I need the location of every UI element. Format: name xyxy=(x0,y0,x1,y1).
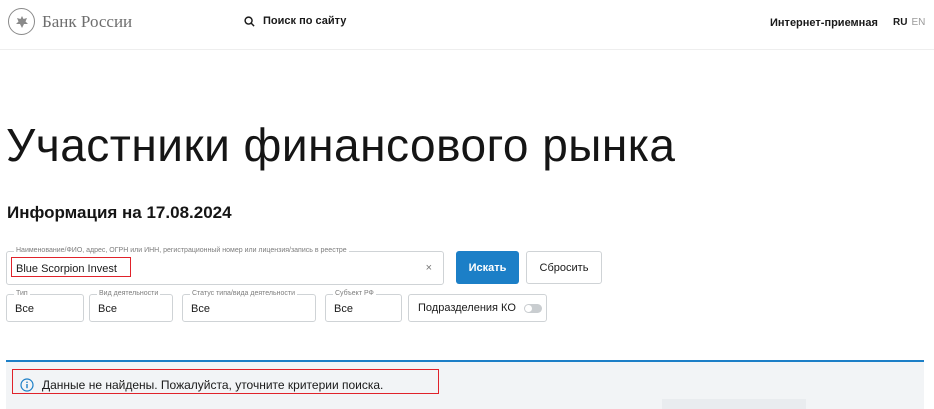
site-search-link[interactable]: Поиск по сайту xyxy=(244,15,346,27)
reset-button[interactable]: Сбросить xyxy=(526,251,602,284)
search-button[interactable]: Искать xyxy=(456,251,519,284)
type-select-value: Все xyxy=(15,303,34,315)
status-select-legend: Статус типа/вида деятельности xyxy=(190,289,298,299)
subject-select-legend: Субъект РФ xyxy=(333,289,376,299)
subject-select-value: Все xyxy=(334,303,353,315)
search-value-highlight xyxy=(11,257,131,277)
activity-select-legend: Вид деятельности xyxy=(97,289,161,299)
lang-ru-link[interactable]: RU xyxy=(893,17,907,28)
page-title: Участники финансового рынка xyxy=(6,119,676,171)
status-select-value: Все xyxy=(191,303,210,315)
search-field-legend: Наименование/ФИО, адрес, ОГРН или ИНН, р… xyxy=(14,246,349,256)
ko-divisions-toggle[interactable]: Подразделения КО xyxy=(408,294,547,322)
search-label: Поиск по сайту xyxy=(263,15,347,27)
type-select-legend: Тип xyxy=(14,289,30,299)
info-date-heading: Информация на 17.08.2024 xyxy=(7,203,232,222)
status-select[interactable]: Статус типа/вида деятельности Все xyxy=(182,289,316,322)
lang-en-link[interactable]: EN xyxy=(911,17,925,28)
internet-reception-link[interactable]: Интернет-приемная xyxy=(770,17,878,29)
toggle-switch[interactable] xyxy=(523,303,542,313)
message-highlight xyxy=(12,369,439,394)
ko-toggle-label: Подразделения КО xyxy=(418,302,516,314)
logo-text: Банк России xyxy=(42,11,133,31)
bank-logo[interactable]: Банк России xyxy=(8,8,132,35)
site-header: Банк России Поиск по сайту Интернет-прие… xyxy=(0,0,934,50)
search-icon xyxy=(244,15,255,27)
language-switcher: RU EN xyxy=(893,17,925,28)
type-select[interactable]: Тип Все xyxy=(6,289,84,322)
subject-select[interactable]: Субъект РФ Все xyxy=(325,289,402,322)
eagle-emblem-icon xyxy=(8,8,35,35)
clear-icon[interactable]: × xyxy=(426,262,432,274)
activity-select-value: Все xyxy=(98,303,117,315)
activity-select[interactable]: Вид деятельности Все xyxy=(89,289,173,322)
toggle-knob xyxy=(524,304,532,312)
background-element xyxy=(662,399,806,409)
